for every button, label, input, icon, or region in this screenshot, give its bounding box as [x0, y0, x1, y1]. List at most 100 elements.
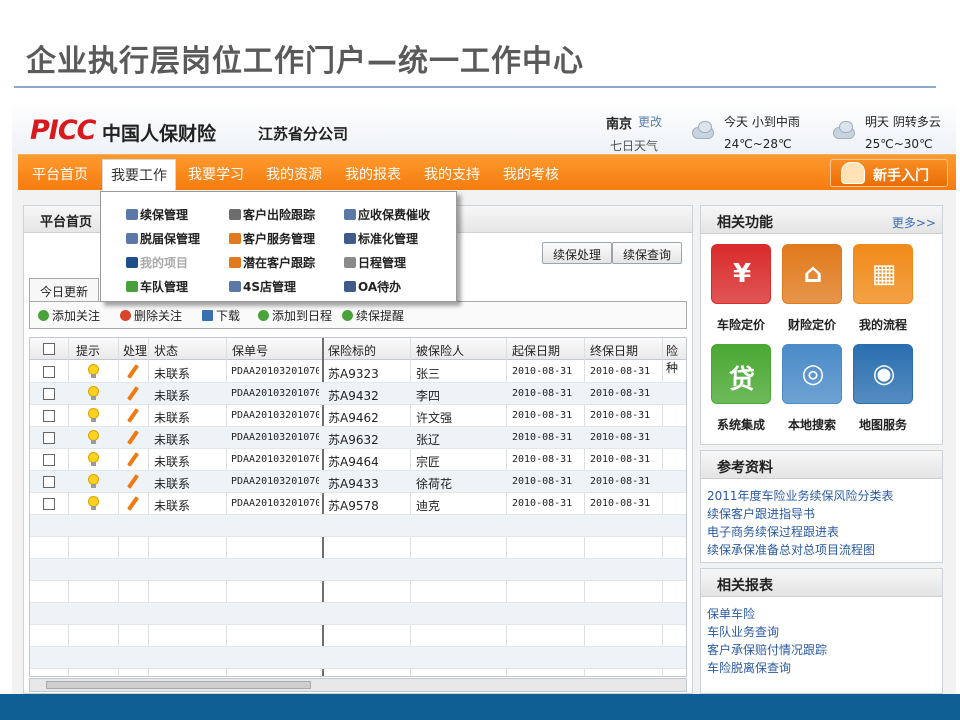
tab-renew-process[interactable]: 续保处理	[542, 242, 613, 264]
cell-end-date: 2010-08-31	[590, 498, 651, 509]
tab-renew-query[interactable]: 续保查询	[612, 242, 683, 264]
add-schedule-button[interactable]: 添加到日程	[258, 307, 332, 324]
schedule-icon	[258, 310, 269, 321]
row-checkbox[interactable]	[43, 410, 55, 422]
tab-today-updates[interactable]: 今日更新	[29, 278, 100, 301]
edit-pencil-icon[interactable]	[127, 408, 139, 423]
lightbulb-icon[interactable]	[88, 364, 99, 378]
newbie-guide-button[interactable]: 新手入门	[830, 159, 948, 187]
edit-pencil-icon[interactable]	[127, 474, 139, 489]
nav-support[interactable]: 我的支持	[424, 164, 480, 184]
row-checkbox[interactable]	[43, 454, 55, 466]
function-tile-icon[interactable]: ▦	[853, 244, 913, 304]
edit-pencil-icon[interactable]	[127, 386, 139, 401]
resource-link[interactable]: 2011年度车险业务续保风险分类表	[707, 487, 894, 504]
reports-title: 相关报表	[717, 578, 773, 594]
table-row[interactable]: 未联系 PDAA201032010700 苏A9323 张三 2010-08-31 201…	[30, 361, 686, 383]
nav-work[interactable]: 我要工作	[102, 159, 176, 191]
table-row[interactable]: 未联系 PDAA201032010700 苏A9462 许文强 2010-08-31 20…	[30, 405, 686, 427]
cell-policy-no: PDAA201032010700	[231, 454, 319, 465]
lightbulb-icon[interactable]	[88, 386, 99, 400]
renewal-table: 提示 处理 状态 保单号 保险标的 被保险人 起保日期 终保日期 险种 未联系 P…	[29, 337, 687, 677]
menu-item[interactable]: 日程管理	[344, 254, 406, 271]
scrollbar-thumb[interactable]	[46, 681, 311, 689]
menu-item[interactable]: 车队管理	[126, 278, 188, 295]
row-checkbox[interactable]	[43, 366, 55, 378]
col-insured-object[interactable]: 保险标的	[328, 342, 376, 359]
row-checkbox[interactable]	[43, 388, 55, 400]
resource-link[interactable]: 车队业务查询	[707, 623, 779, 640]
menu-item[interactable]: 应收保费催收	[344, 206, 430, 223]
add-follow-button[interactable]: 添加关注	[38, 307, 100, 324]
resource-link[interactable]: 车险脱离保查询	[707, 659, 791, 676]
menu-item[interactable]: 标准化管理	[344, 230, 418, 247]
more-link[interactable]: 更多>>	[892, 214, 936, 231]
function-tile-label[interactable]: 财险定价	[772, 316, 852, 333]
edit-pencil-icon[interactable]	[127, 452, 139, 467]
table-row[interactable]: 未联系 PDAA201032010700 苏A9433 徐荷花 2010-08-31 20…	[30, 471, 686, 493]
lightbulb-icon[interactable]	[88, 430, 99, 444]
menu-item[interactable]: 客户服务管理	[229, 230, 315, 247]
function-tile-icon[interactable]: 贷	[711, 344, 771, 404]
col-hint[interactable]: 提示	[76, 342, 100, 359]
download-button[interactable]: 下载	[202, 307, 240, 324]
nav-home[interactable]: 平台首页	[32, 164, 88, 184]
table-row[interactable]: 未联系 PDAA201032010700 苏A9632 张辽 2010-08-31 201…	[30, 427, 686, 449]
lightbulb-icon[interactable]	[88, 496, 99, 510]
lightbulb-icon[interactable]	[88, 452, 99, 466]
table-row[interactable]: 未联系 PDAA201032010700 苏A9578 迪克 2010-08-31 201…	[30, 493, 686, 515]
cell-status: 未联系	[154, 477, 191, 491]
table-row[interactable]: 未联系 PDAA201032010700 苏A9432 李四 2010-08-31 201…	[30, 383, 686, 405]
menu-item[interactable]: 续保管理	[126, 206, 188, 223]
change-city-link[interactable]: 更改	[638, 113, 662, 130]
col-status[interactable]: 状态	[154, 342, 178, 359]
nav-assessment[interactable]: 我的考核	[503, 164, 559, 184]
col-insured-person[interactable]: 被保险人	[416, 342, 464, 359]
function-tile-icon[interactable]: ⌂	[782, 244, 842, 304]
select-all-checkbox[interactable]	[43, 343, 55, 355]
function-tile-label[interactable]: 车险定价	[701, 316, 781, 333]
function-tile-label[interactable]: 系统集成	[701, 416, 781, 433]
edit-pencil-icon[interactable]	[127, 430, 139, 445]
function-tile-label[interactable]: 我的流程	[843, 316, 923, 333]
menu-item[interactable]: 客户出险跟踪	[229, 206, 315, 223]
resource-link[interactable]: 保单车险	[707, 605, 755, 622]
menu-item[interactable]: OA待办	[344, 278, 401, 295]
cell-policy-no: PDAA201032010700	[231, 388, 319, 399]
resource-link[interactable]: 电子商务续保过程跟进表	[707, 523, 839, 540]
function-tile-label[interactable]: 地图服务	[843, 416, 923, 433]
edit-pencil-icon[interactable]	[127, 364, 139, 379]
col-start-date[interactable]: 起保日期	[512, 342, 560, 359]
menu-item[interactable]: 脱届保管理	[126, 230, 200, 247]
row-checkbox[interactable]	[43, 498, 55, 510]
function-tile-icon[interactable]: ¥	[711, 244, 771, 304]
col-policy-no[interactable]: 保单号	[232, 342, 268, 359]
menu-item[interactable]: 潜在客户跟踪	[229, 254, 315, 271]
nav-learn[interactable]: 我要学习	[188, 164, 244, 184]
menu-item[interactable]: 4S店管理	[229, 278, 296, 295]
cell-insured-person: 徐荷花	[416, 477, 453, 491]
download-icon	[202, 310, 213, 321]
nav-resources[interactable]: 我的资源	[266, 164, 322, 184]
function-tile-icon[interactable]: ◎	[782, 344, 842, 404]
edit-pencil-icon[interactable]	[127, 496, 139, 511]
table-row[interactable]: 未联系 PDAA201032010700 苏A9464 宗匠 2010-08-31 201…	[30, 449, 686, 471]
nav-reports[interactable]: 我的报表	[345, 164, 401, 184]
row-checkbox[interactable]	[43, 432, 55, 444]
resource-link[interactable]: 续保承保准备总对总项目流程图	[707, 541, 875, 558]
lightbulb-icon[interactable]	[88, 408, 99, 422]
function-tile-label[interactable]: 本地搜索	[772, 416, 852, 433]
lightbulb-icon[interactable]	[88, 474, 99, 488]
horizontal-scrollbar[interactable]	[29, 678, 687, 692]
resource-link[interactable]: 续保客户跟进指导书	[707, 505, 815, 522]
row-checkbox[interactable]	[43, 476, 55, 488]
cell-policy-no: PDAA201032010700	[231, 432, 319, 443]
resource-link[interactable]: 客户承保赔付情况跟踪	[707, 641, 827, 658]
delete-follow-button[interactable]: 删除关注	[120, 307, 182, 324]
renew-remind-button[interactable]: 续保提醒	[342, 307, 404, 324]
menu-item[interactable]: 我的项目	[126, 254, 188, 271]
col-handle[interactable]: 处理	[123, 342, 147, 359]
col-end-date[interactable]: 终保日期	[590, 342, 638, 359]
function-tile-icon[interactable]: ◉	[853, 344, 913, 404]
seven-day-weather-link[interactable]: 七日天气	[610, 137, 658, 154]
